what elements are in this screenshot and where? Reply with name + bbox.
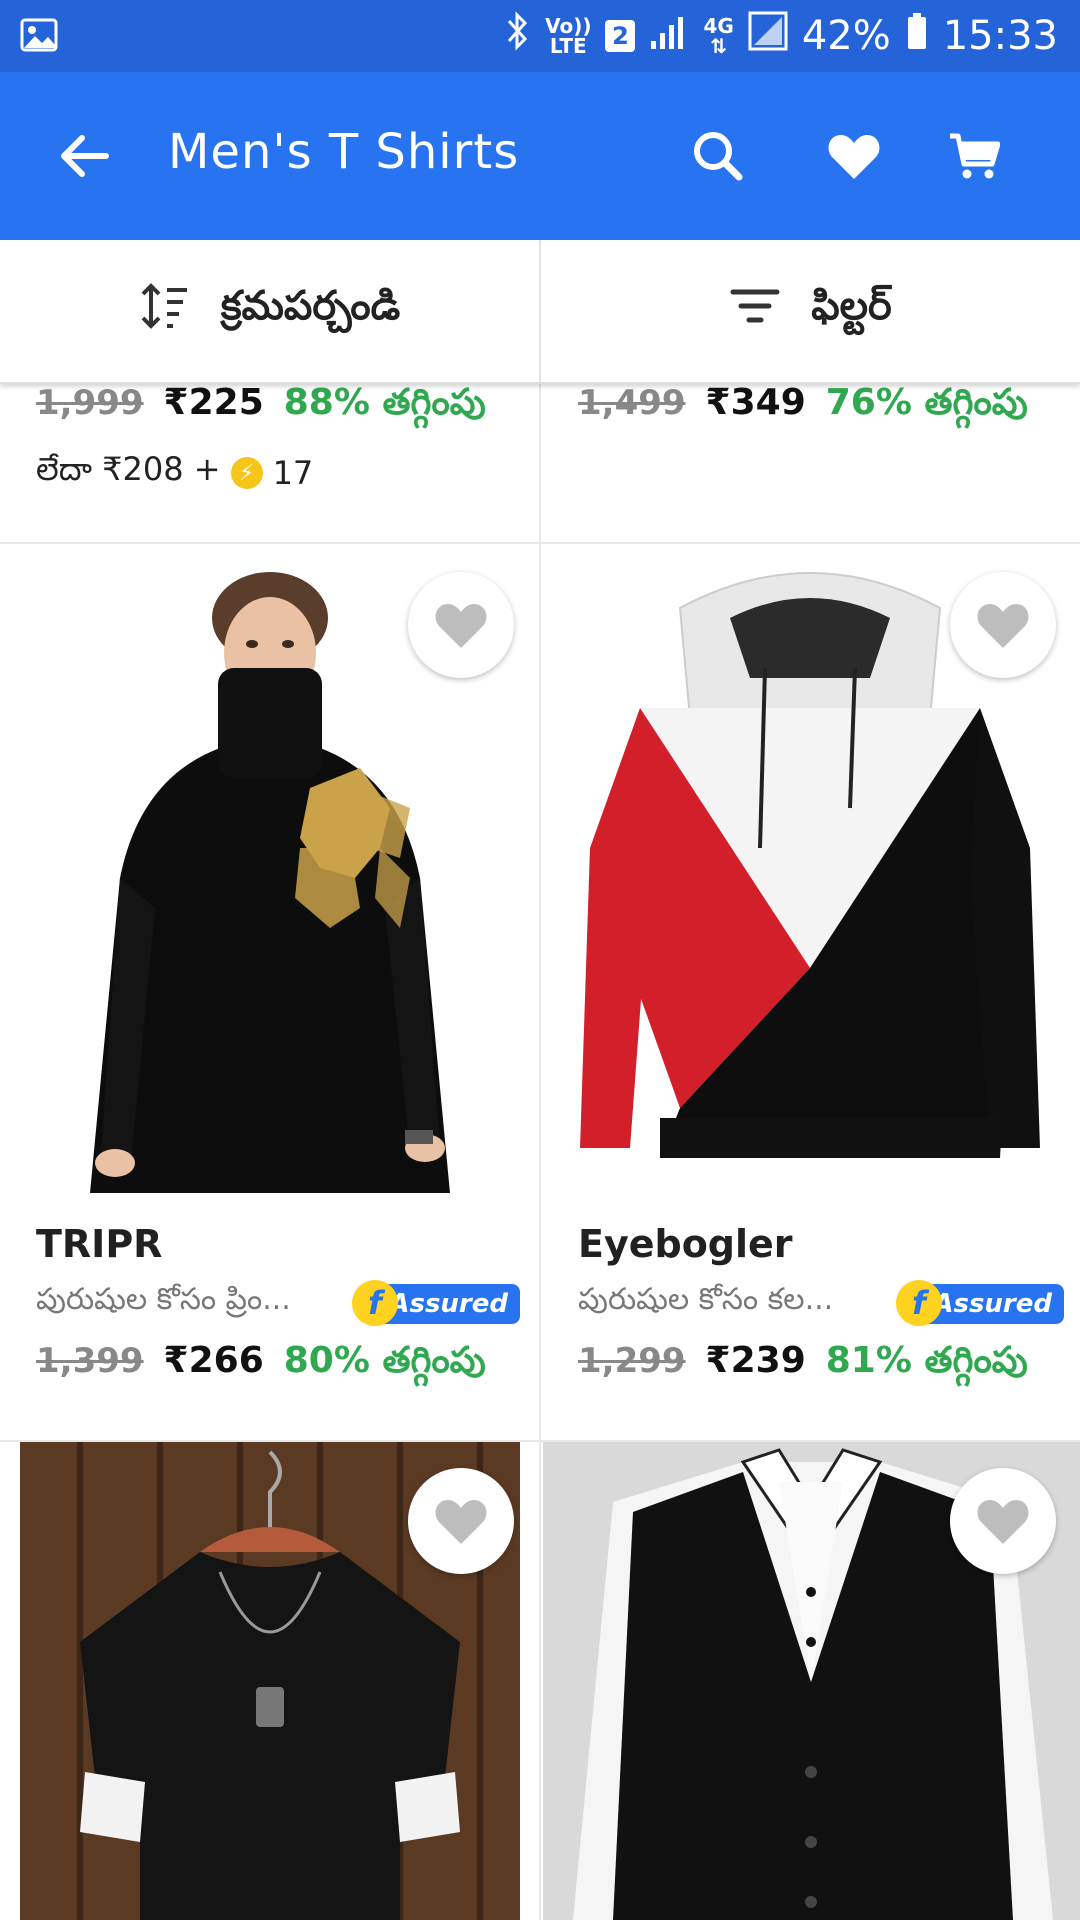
product-brand: TRIPR	[36, 1222, 163, 1266]
filter-icon	[729, 286, 781, 336]
app-bar: Men's T Shirts	[0, 72, 1080, 240]
heart-icon	[435, 604, 487, 648]
assured-label: Assured	[389, 1289, 508, 1319]
selling-price: ₹266	[163, 1340, 264, 1381]
sort-filter-bar: క్రమపర్చండి ఫిల్టర్	[0, 240, 1080, 384]
discount-label: 88% తగ్గింపు	[283, 382, 486, 423]
wishlist-heart-icon[interactable]	[822, 124, 886, 188]
gallery-notification-icon	[20, 16, 58, 58]
assured-badge: f Assured	[896, 1280, 1064, 1326]
sort-button[interactable]: క్రమపర్చండి	[0, 240, 539, 382]
bluetooth-icon	[505, 11, 531, 61]
signal-icon-2	[748, 11, 788, 61]
flipkart-f-icon: f	[896, 1280, 942, 1326]
grid-divider-vertical	[539, 382, 541, 1920]
selling-price: ₹349	[705, 382, 806, 423]
product-brand: Eyebogler	[578, 1222, 793, 1266]
page-title: Men's T Shirts	[168, 124, 520, 180]
heart-icon	[977, 604, 1029, 648]
back-arrow-icon[interactable]	[52, 124, 116, 188]
status-bar: Vo)) LTE 2 4G ⇅ 42% 15:33	[0, 0, 1080, 72]
product-price-row: 1,999 ₹225 88% తగ్గింపు	[36, 382, 486, 432]
supercoin-icon: ⚡	[230, 457, 263, 489]
sort-label: క్రమపర్చండి	[220, 283, 401, 329]
discount-label: 80% తగ్గింపు	[283, 1340, 486, 1381]
mrp-price: 1,399	[36, 1341, 144, 1381]
wishlist-button[interactable]	[408, 1468, 514, 1574]
supercoin-offer: లేదా ₹208 + ⚡ 17	[36, 450, 313, 496]
assured-badge: f Assured	[352, 1280, 520, 1326]
heart-icon	[435, 1500, 487, 1544]
supercoin-price: లేదా ₹208 +	[36, 450, 221, 488]
product-subtitle: పురుషుల కోసం ప్రిం...	[36, 1282, 291, 1317]
supercoin-count: 17	[272, 454, 314, 492]
product-subtitle: పురుషుల కోసం కల...	[578, 1282, 834, 1317]
heart-icon	[977, 1500, 1029, 1544]
signal-icon	[649, 11, 689, 61]
mrp-price: 1,299	[578, 1341, 686, 1381]
product-price-row: 1,499 ₹349 76% తగ్గింపు	[578, 382, 1028, 432]
mrp-price: 1,999	[36, 383, 144, 423]
product-price-row: 1,299 ₹239 81% తగ్గింపు	[578, 1340, 1028, 1390]
clock: 15:33	[942, 13, 1058, 59]
mrp-price: 1,499	[578, 383, 686, 423]
wishlist-button[interactable]	[950, 1468, 1056, 1574]
battery-icon	[905, 11, 929, 61]
discount-label: 81% తగ్గింపు	[825, 1340, 1028, 1381]
discount-label: 76% తగ్గింపు	[825, 382, 1028, 423]
cart-icon[interactable]	[942, 124, 1006, 188]
sort-icon	[139, 282, 191, 340]
selling-price: ₹225	[163, 382, 264, 423]
filter-label: ఫిల్టర్	[811, 283, 892, 329]
flipkart-f-icon: f	[352, 1280, 398, 1326]
product-price-row: 1,399 ₹266 80% తగ్గింపు	[36, 1340, 486, 1390]
sim-slot-badge: 2	[605, 20, 636, 52]
search-icon[interactable]	[686, 124, 750, 188]
selling-price: ₹239	[705, 1340, 806, 1381]
battery-percent: 42%	[801, 13, 891, 59]
wishlist-button[interactable]	[408, 572, 514, 678]
grid-divider-row-1	[0, 542, 1080, 544]
wishlist-button[interactable]	[950, 572, 1056, 678]
data-network-indicator: 4G ⇅	[703, 14, 734, 58]
volte-indicator: Vo)) LTE	[545, 14, 592, 58]
filter-button[interactable]: ఫిల్టర్	[541, 240, 1080, 382]
assured-label: Assured	[933, 1289, 1052, 1319]
